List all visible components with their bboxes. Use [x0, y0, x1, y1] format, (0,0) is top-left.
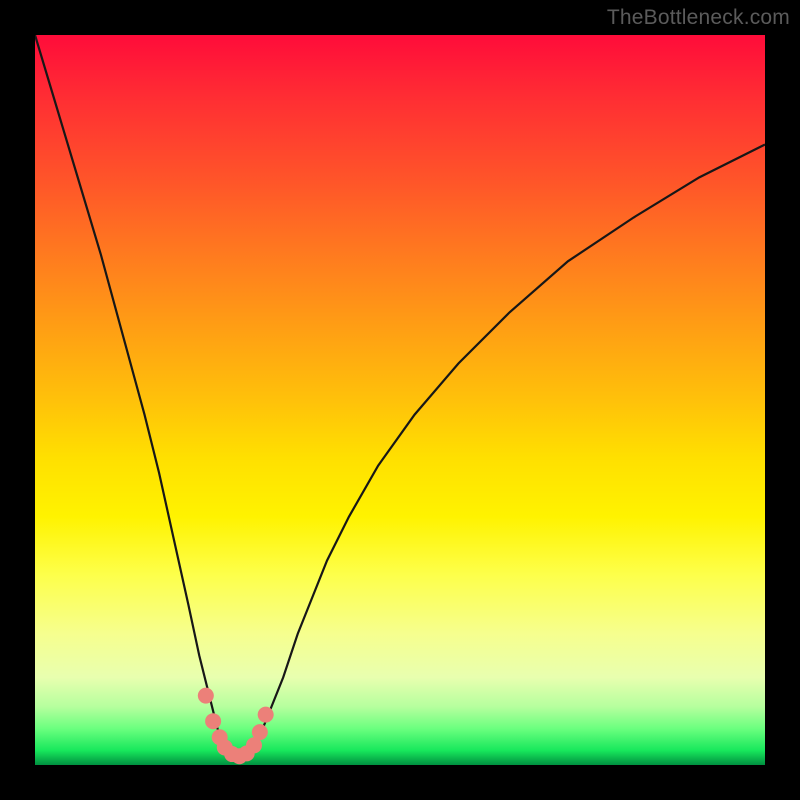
marker-point — [258, 707, 274, 723]
marker-point — [198, 688, 214, 704]
near-optimal-markers — [198, 688, 274, 765]
marker-point — [205, 713, 221, 729]
watermark-text: TheBottleneck.com — [607, 6, 790, 30]
chart-frame: TheBottleneck.com — [0, 0, 800, 800]
plot-area — [35, 35, 765, 765]
marker-point — [252, 724, 268, 740]
bottleneck-curve-path — [35, 35, 765, 756]
curve-svg — [35, 35, 765, 765]
